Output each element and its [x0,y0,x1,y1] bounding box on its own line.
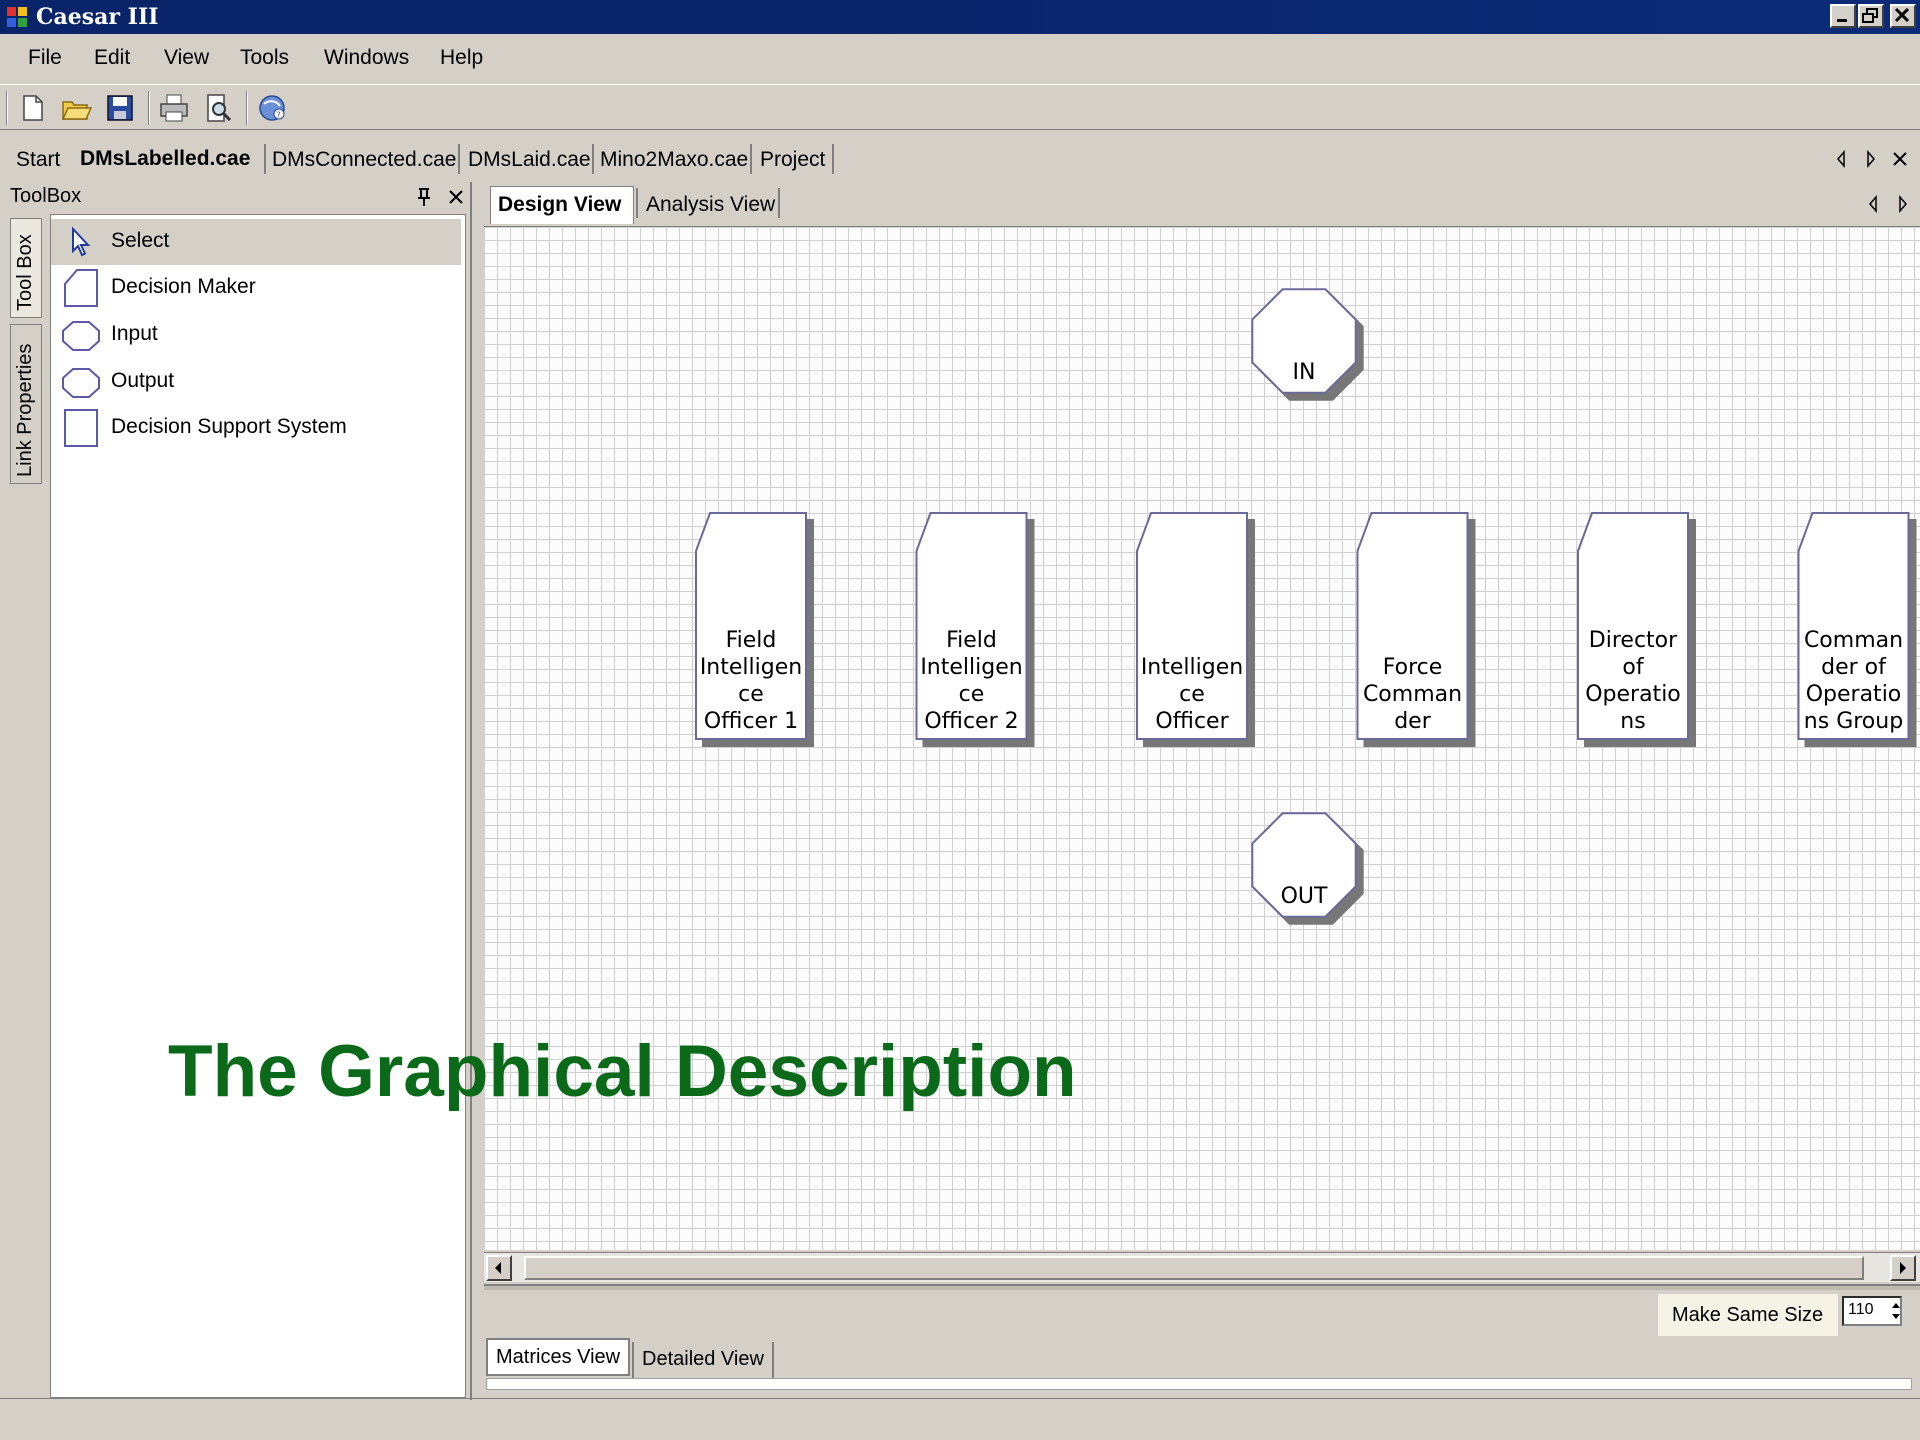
tool-select[interactable]: Select [51,219,461,265]
restore-button[interactable] [1858,4,1884,28]
decision-maker-label: Director of Operatio ns [1585,628,1681,734]
tool-decision-support-system[interactable]: Decision Support System [51,405,461,451]
tab-divider [832,144,834,174]
dss-square-icon [64,409,98,447]
doc-tab-dmsconnected[interactable]: DMsConnected.cae [272,148,456,172]
menu-edit[interactable]: Edit [94,46,130,70]
bottom-panel-content [486,1378,1912,1390]
save-icon[interactable] [104,92,136,124]
tab-divider [750,144,752,174]
toolbar-grip [6,91,8,125]
scroll-left-icon [1837,149,1845,169]
new-icon[interactable] [16,92,48,124]
decision-maker-label: Intelligen ce Officer [1140,655,1244,734]
scroll-right-icon [1899,194,1907,214]
minimize-button[interactable] [1830,4,1856,28]
tab-divider [264,144,266,174]
menu-bar: File Edit View Tools Windows Help [0,36,1920,80]
tool-output-label: Output [111,369,175,392]
tab-analysis-view[interactable]: Analysis View [646,193,775,217]
output-octagon-icon [62,368,100,398]
doc-tab-dmslabelled[interactable]: DMsLabelled.cae [80,147,250,171]
slide-caption: The Graphical Description [168,1031,1077,1112]
scroll-left-button[interactable] [486,1255,512,1281]
svg-text:?: ? [277,111,281,120]
close-window-button[interactable] [1890,4,1916,28]
toolbox-header: ToolBox [6,182,472,212]
restore-icon [1862,8,1878,23]
tab-divider [592,144,594,174]
doc-tab-project[interactable]: Project [760,148,825,172]
doc-tab-start[interactable]: Start [16,148,60,172]
tool-decision-maker-label: Decision Maker [111,275,256,298]
panel-splitter[interactable] [470,182,480,1400]
scroll-right-button[interactable] [1890,1255,1916,1281]
open-icon[interactable] [60,92,92,124]
doc-tab-dmslaid[interactable]: DMsLaid.cae [468,148,591,172]
input-node-label: IN [1292,360,1316,385]
side-tab-link-properties-label: Link Properties [14,343,36,477]
scroll-thumb[interactable] [524,1256,1864,1280]
doc-tab-controls [1837,149,1907,169]
view-tabs: Design View Analysis View [484,184,1920,224]
close-tab-icon [1893,152,1907,166]
app-icon [7,7,27,27]
tab-divider [636,188,638,218]
decision-maker-shape-icon [64,269,98,307]
doc-tab-mino2maxo[interactable]: Mino2Maxo.cae [600,148,748,172]
view-tab-scroll [1869,194,1907,214]
tab-divider [458,144,460,174]
tab-detailed-view[interactable]: Detailed View [632,1342,774,1380]
status-bar [0,1398,1920,1440]
arrow-left-icon [495,1262,501,1274]
side-tab-toolbox[interactable]: Tool Box [10,218,42,318]
cursor-icon [72,226,91,257]
tab-design-view[interactable]: Design View [498,193,621,217]
tab-matrices-view[interactable]: Matrices View [486,1338,631,1376]
side-tab-link-properties[interactable]: Link Properties [10,324,42,484]
make-same-size-button[interactable]: Make Same Size [1658,1294,1838,1336]
menu-view[interactable]: View [164,46,209,70]
decision-maker-label: Comman der of Operatio ns Group [1803,628,1904,734]
close-icon [1894,7,1910,23]
print-icon[interactable] [158,92,190,124]
minimize-icon [1837,19,1847,22]
tool-output[interactable]: Output [51,359,461,405]
toolbox-title: ToolBox [10,185,82,207]
toolbar: ? [0,84,1920,130]
menu-windows[interactable]: Windows [324,46,409,70]
tool-input[interactable]: Input [51,312,461,358]
print-preview-icon[interactable] [202,92,234,124]
tool-decision-maker[interactable]: Decision Maker [51,265,461,311]
horizontal-scrollbar[interactable] [484,1252,1920,1282]
window-title: Caesar III [36,4,159,30]
title-bar: Caesar III [0,0,1920,34]
toolbox-list: Select Decision Maker Input Output Decis… [50,214,466,1398]
decision-maker-label: Field Intelligen ce Officer 2 [920,628,1023,734]
document-tabs: Start DMsLabelled.cae DMsConnected.cae D… [0,136,1920,180]
output-node-label: OUT [1280,884,1328,909]
decision-maker-label: Field Intelligen ce Officer 1 [699,628,803,734]
toolbar-separator [246,91,248,125]
tool-select-label: Select [111,229,170,252]
size-stepper-icon[interactable] [1888,1298,1904,1324]
pin-icon[interactable] [414,186,434,208]
tab-divider [778,188,780,218]
bottom-splitter[interactable] [484,1284,1920,1290]
decision-maker-label: Force Comman der [1362,655,1463,734]
menu-file[interactable]: File [28,46,62,70]
tool-input-label: Input [111,322,158,345]
tool-dss-label: Decision Support System [111,415,347,438]
menu-tools[interactable]: Tools [240,46,289,70]
input-octagon-icon [62,321,100,351]
side-tabs: Tool Box Link Properties [6,214,42,1400]
close-panel-icon[interactable] [446,187,466,207]
scroll-right-icon [1867,149,1875,169]
arrow-right-icon [1900,1262,1906,1274]
menu-help[interactable]: Help [440,46,483,70]
toolbar-separator [148,91,150,125]
side-tab-toolbox-label: Tool Box [14,234,36,311]
scroll-left-icon [1869,194,1877,214]
help-icon[interactable]: ? [256,92,288,124]
